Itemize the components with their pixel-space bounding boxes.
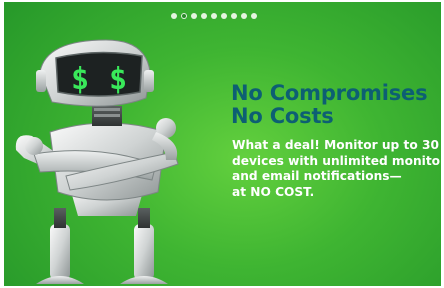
carousel-dot-9[interactable] xyxy=(251,13,257,19)
right-eye-dollar-glyph: $ xyxy=(109,62,127,97)
carousel-dot-3[interactable] xyxy=(191,13,197,19)
slide-title-line: No Compromises xyxy=(231,81,428,105)
carousel-dot-2[interactable] xyxy=(181,13,187,19)
carousel-dot-5[interactable] xyxy=(211,13,217,19)
slide-title-line: No Costs xyxy=(231,104,334,128)
robot-mascot-illustration: $ $ xyxy=(15,39,179,284)
slide-description: What a deal! Monitor up to 30 devices wi… xyxy=(232,138,441,200)
carousel-dot-7[interactable] xyxy=(231,13,237,19)
slide-description-line: devices with unlimited monitors xyxy=(232,153,441,168)
slide-description-line: and email notifications— xyxy=(232,169,402,183)
slide-title: No Compromises No Costs xyxy=(231,81,428,128)
carousel-dot-8[interactable] xyxy=(241,13,247,19)
slide-description-line: at NO COST. xyxy=(232,184,315,199)
carousel-dot-6[interactable] xyxy=(221,13,227,19)
slide-description-line: What a deal! Monitor up to 30 xyxy=(232,138,439,152)
left-eye-dollar-glyph: $ xyxy=(71,62,89,97)
carousel-dot-4[interactable] xyxy=(201,13,207,19)
carousel-dot-1[interactable] xyxy=(171,13,177,19)
promo-slide: $ $ No Compromises No Costs What a deal!… xyxy=(4,2,441,286)
carousel-pager xyxy=(171,13,257,21)
